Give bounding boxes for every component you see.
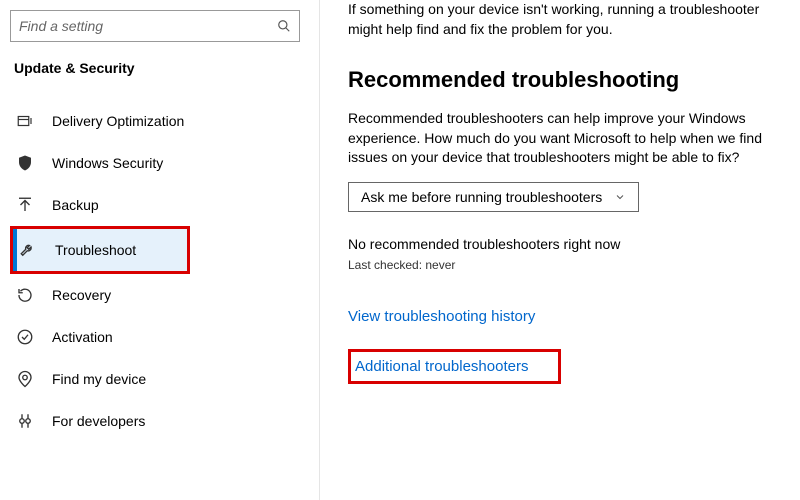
sidebar: Update & Security Delivery Optimization … [0, 0, 320, 500]
sidebar-item-label: Activation [52, 329, 113, 345]
recovery-icon [14, 284, 36, 306]
sidebar-item-label: For developers [52, 413, 145, 429]
activation-icon [14, 326, 36, 348]
additional-troubleshooters-link[interactable]: Additional troubleshooters [355, 358, 528, 375]
main-content: If something on your device isn't workin… [320, 0, 800, 500]
last-checked-text: Last checked: never [348, 258, 780, 272]
search-box[interactable] [10, 10, 300, 42]
highlight-additional-troubleshooters: Additional troubleshooters [348, 349, 561, 384]
location-icon [14, 368, 36, 390]
shield-icon [14, 152, 36, 174]
troubleshoot-preference-dropdown[interactable]: Ask me before running troubleshooters [348, 182, 639, 212]
chevron-down-icon [614, 191, 626, 203]
view-history-link[interactable]: View troubleshooting history [348, 308, 535, 325]
sidebar-item-for-developers[interactable]: For developers [10, 400, 319, 442]
sidebar-item-find-my-device[interactable]: Find my device [10, 358, 319, 400]
sidebar-item-label: Find my device [52, 371, 146, 387]
sidebar-item-label: Backup [52, 197, 99, 213]
sidebar-item-windows-security[interactable]: Windows Security [10, 142, 319, 184]
developers-icon [14, 410, 36, 432]
highlight-troubleshoot: Troubleshoot [10, 226, 190, 274]
search-icon [277, 19, 291, 33]
intro-text: If something on your device isn't workin… [348, 0, 780, 39]
section-heading: Recommended troubleshooting [348, 67, 780, 93]
sidebar-item-delivery-optimization[interactable]: Delivery Optimization [10, 100, 319, 142]
dropdown-value: Ask me before running troubleshooters [361, 189, 602, 205]
nav-list: Delivery Optimization Windows Security B… [10, 100, 319, 442]
category-title: Update & Security [10, 60, 319, 76]
sidebar-item-label: Windows Security [52, 155, 163, 171]
sidebar-item-backup[interactable]: Backup [10, 184, 319, 226]
status-text: No recommended troubleshooters right now [348, 236, 780, 252]
sidebar-item-recovery[interactable]: Recovery [10, 274, 319, 316]
section-description: Recommended troubleshooters can help imp… [348, 109, 780, 168]
search-input[interactable] [19, 18, 277, 34]
sidebar-item-activation[interactable]: Activation [10, 316, 319, 358]
sidebar-item-label: Recovery [52, 287, 111, 303]
wrench-icon [17, 239, 39, 261]
sidebar-item-label: Delivery Optimization [52, 113, 184, 129]
delivery-optimization-icon [14, 110, 36, 132]
sidebar-item-label: Troubleshoot [55, 242, 136, 258]
backup-icon [14, 194, 36, 216]
sidebar-item-troubleshoot[interactable]: Troubleshoot [13, 229, 187, 271]
